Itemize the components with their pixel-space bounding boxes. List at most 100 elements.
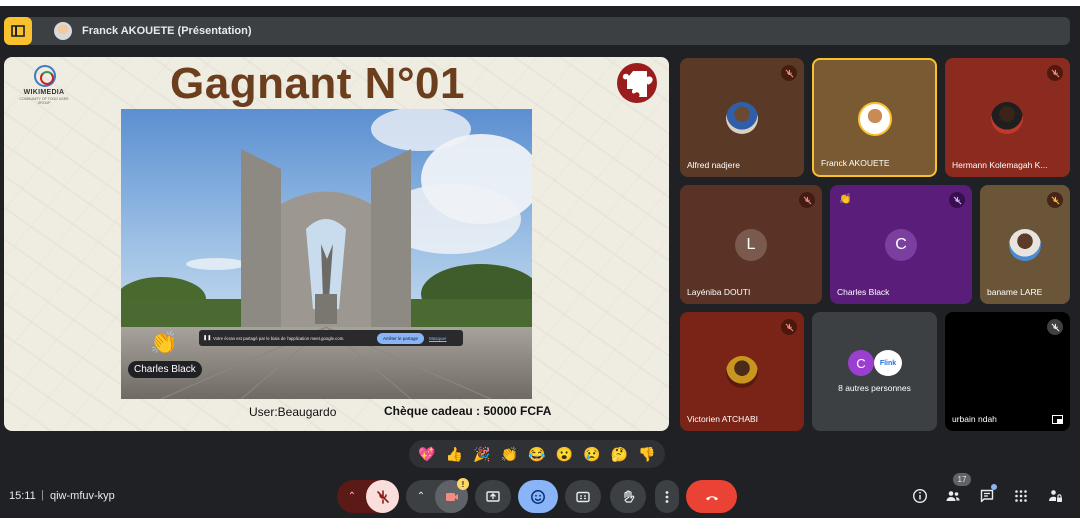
participant-tile-speaking[interactable]: Franck AKOUETE <box>812 58 937 177</box>
party-reaction[interactable]: 🎉 <box>473 446 490 463</box>
meeting-code: qiw-mfuv-kyp <box>50 490 115 502</box>
avatar <box>726 356 758 388</box>
mic-off-icon <box>781 65 797 81</box>
winner-username: User:Beaugardo <box>249 405 337 419</box>
heart-reaction[interactable]: 💖 <box>418 446 435 463</box>
people-button[interactable] <box>944 487 962 505</box>
participant-tile[interactable]: baname LARE <box>980 185 1070 304</box>
hang-up-icon <box>705 495 718 500</box>
people-icon <box>946 491 960 501</box>
laugh-reaction[interactable]: 😂 <box>528 446 545 463</box>
info-icon <box>912 488 928 504</box>
reaction-sender-label: Charles Black <box>128 361 202 378</box>
shared-screen: WIKIMEDIA COMMUNITY OF TOGO USER GROUP G… <box>4 57 669 431</box>
mic-toggle-button[interactable] <box>366 480 399 513</box>
participant-tile[interactable]: 👏 C Charles Black <box>830 185 972 304</box>
present-screen-icon <box>486 490 500 502</box>
avatar <box>991 102 1023 134</box>
avatar: C <box>848 350 874 376</box>
share-notice-text: Votre écran est partagé par le biais de … <box>213 335 345 341</box>
participant-tile[interactable]: Hermann Kolemagah K... <box>945 58 1070 177</box>
host-controls-button[interactable] <box>1046 487 1064 505</box>
wikimedia-logo: WIKIMEDIA COMMUNITY OF TOGO USER GROUP <box>14 65 74 105</box>
participant-name: Charles Black <box>837 287 890 297</box>
winner-prize: Chèque cadeau : 50000 FCFA <box>384 404 552 418</box>
mic-off-icon <box>949 192 965 208</box>
clap-reaction[interactable]: 👏 <box>501 446 518 463</box>
participant-name: Victorien ATCHABI <box>687 414 759 424</box>
thinking-reaction[interactable]: 🤔 <box>611 446 628 463</box>
mic-off-icon <box>799 192 815 208</box>
mic-control-group: ⌃ <box>337 480 399 513</box>
meeting-info-button[interactable] <box>911 487 929 505</box>
logo-subtitle: COMMUNITY OF TOGO USER GROUP <box>19 97 69 105</box>
avatar <box>726 102 758 134</box>
screen-share-notice: ❚❚ Votre écran est partagé par le biais … <box>199 330 463 346</box>
layout-button[interactable] <box>4 17 32 45</box>
participant-tile[interactable]: L Layéniba DOUTI <box>680 185 822 304</box>
others-tile[interactable]: C Flink 8 autres personnes <box>812 312 937 431</box>
mic-off-icon <box>1047 192 1063 208</box>
camera-icon <box>445 492 458 501</box>
participant-name: Alfred nadjere <box>687 160 740 170</box>
chat-unread-dot <box>991 484 997 490</box>
participant-tile[interactable]: urbain ndah <box>945 312 1070 431</box>
separator: | <box>41 489 44 501</box>
reaction-picker: 💖 👍 🎉 👏 😂 😮 😢 🤔 👎 <box>409 440 665 468</box>
participant-name: urbain ndah <box>952 414 997 424</box>
end-call-button[interactable] <box>686 480 737 513</box>
hand-icon <box>624 489 635 503</box>
apps-grid-icon <box>1015 490 1027 502</box>
puzzle-logo-icon <box>617 63 657 103</box>
monument-photo <box>121 109 532 399</box>
presenter-avatar <box>54 22 72 40</box>
people-count-badge: 17 <box>953 473 971 486</box>
thumbs-up-reaction[interactable]: 👍 <box>446 446 463 463</box>
mic-off-icon <box>781 319 797 335</box>
slide-title: Gagnant N°01 <box>170 59 465 108</box>
camera-options-chevron-icon[interactable]: ⌃ <box>414 488 428 504</box>
raise-hand-button[interactable] <box>610 480 646 513</box>
mic-options-chevron-icon[interactable]: ⌃ <box>345 488 359 504</box>
mic-off-icon <box>376 489 389 504</box>
hand-raised-icon: 👏 <box>839 194 852 205</box>
participant-name: baname LARE <box>987 287 1043 297</box>
stop-sharing-button[interactable]: Arrêter le partage <box>377 332 425 344</box>
chat-icon <box>980 489 994 503</box>
mic-off-icon <box>1047 319 1063 335</box>
window-top-strip <box>0 0 1080 6</box>
layout-icon <box>11 25 25 37</box>
wikimedia-globe-icon <box>34 65 56 87</box>
emoji-icon <box>531 489 545 504</box>
mic-off-icon <box>1047 65 1063 81</box>
avatar <box>858 102 892 136</box>
others-count-label: 8 autres personnes <box>838 383 911 393</box>
activities-button[interactable] <box>1012 487 1030 505</box>
lock-person-icon <box>1049 490 1062 502</box>
avatar: C <box>885 229 917 261</box>
clock: 15:11 <box>9 490 36 502</box>
avatar <box>1009 229 1041 261</box>
hide-notice-link[interactable]: Masquer <box>429 336 447 341</box>
logo-title: WIKIMEDIA <box>23 89 65 96</box>
org-avatar-icon: Flink <box>874 350 902 376</box>
pause-icon: ❚❚ <box>203 335 212 341</box>
present-screen-button[interactable] <box>475 480 511 513</box>
participant-tile[interactable]: Alfred nadjere <box>680 58 804 177</box>
thumbs-down-reaction[interactable]: 👎 <box>638 446 655 463</box>
more-options-button[interactable] <box>655 480 679 513</box>
clap-reaction-icon: 👏 <box>150 330 178 355</box>
captions-button[interactable] <box>565 480 601 513</box>
reactions-button[interactable] <box>518 480 558 513</box>
participant-tile[interactable]: Victorien ATCHABI <box>680 312 804 431</box>
pip-icon[interactable] <box>1052 415 1063 424</box>
participant-name: Layéniba DOUTI <box>687 287 751 297</box>
more-vert-icon <box>665 490 669 503</box>
surprised-reaction[interactable]: 😮 <box>556 446 573 463</box>
participant-name: Franck AKOUETE <box>821 158 890 168</box>
camera-alert-badge: ! <box>457 478 469 490</box>
sad-reaction[interactable]: 😢 <box>583 446 600 463</box>
camera-control-group: ⌃ ! <box>406 478 469 513</box>
presenter-name: Franck AKOUETE (Présentation) <box>82 25 252 37</box>
avatar: L <box>735 229 767 261</box>
